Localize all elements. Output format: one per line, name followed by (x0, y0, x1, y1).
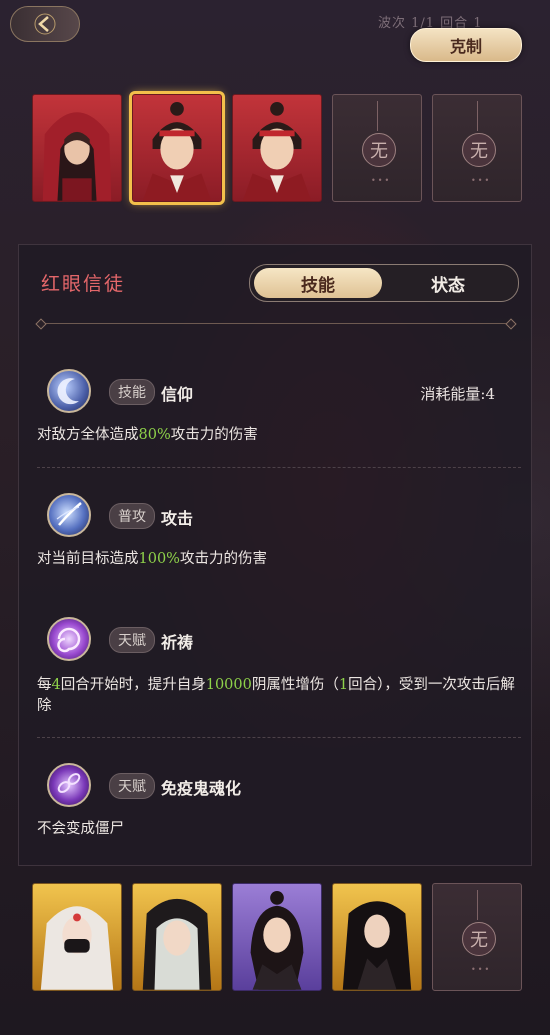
empty-slot-label: 无 (362, 133, 396, 167)
tab-status[interactable]: 状态 (384, 268, 512, 298)
team-card-1[interactable] (32, 94, 122, 202)
ornament-dots: ••• (471, 176, 492, 185)
headband-character-portrait (242, 102, 312, 201)
separator (37, 737, 521, 738)
skill-type-tag: 技能 (109, 379, 155, 405)
empty-slot-label: 无 (462, 133, 496, 167)
character-detail-panel: 红眼信徒 技能 状态 技能 信仰 消耗能量:4 对敌方全体造成80%攻击力的伤害… (18, 244, 532, 866)
purple-swirl-icon[interactable] (47, 617, 91, 661)
ornament-line (477, 101, 478, 131)
roster-card-1[interactable] (32, 883, 122, 991)
roster-card-3[interactable] (232, 883, 322, 991)
roster-card-4[interactable] (332, 883, 422, 991)
skill-description: 对当前目标造成100%攻击力的伤害 (37, 551, 267, 567)
empty-slot-label: 无 (462, 922, 496, 956)
skill-description: 每4回合开始时，提升自身10000阴属性增伤（1回合），受到一次攻击后解除 (37, 677, 515, 714)
moon-crescent-icon[interactable] (47, 369, 91, 413)
team-card-3[interactable] (232, 94, 322, 202)
skill-name: 攻击 (161, 509, 194, 528)
skill-type-tag: 天赋 (109, 773, 155, 799)
topknot-character-portrait (250, 891, 304, 990)
long-haired-character-portrait (342, 901, 412, 990)
headband-character-portrait (142, 102, 212, 201)
empty-slot[interactable]: 无 ••• (332, 94, 422, 202)
skill-name: 免疫鬼魂化 (161, 779, 242, 798)
separator (37, 467, 521, 468)
empty-slot[interactable]: 无 ••• (432, 883, 522, 991)
skill-description: 不会变成僵尸 (37, 821, 124, 837)
ornament-line (377, 101, 378, 131)
tab-skills[interactable]: 技能 (254, 268, 382, 298)
skill-name: 祈祷 (161, 633, 194, 652)
back-arrow-icon (34, 13, 56, 35)
skill-name: 信仰 (161, 385, 194, 404)
hooded-character-portrait (42, 112, 112, 201)
ornament-dots: ••• (471, 965, 492, 974)
skill-description: 对敌方全体造成80%攻击力的伤害 (37, 427, 258, 443)
slash-orb-icon[interactable] (47, 493, 91, 537)
ornament-line (477, 890, 478, 920)
back-button[interactable] (10, 6, 80, 42)
skill-type-tag: 普攻 (109, 503, 155, 529)
empty-slot[interactable]: 无 ••• (432, 94, 522, 202)
chain-icon[interactable] (47, 763, 91, 807)
skill-type-tag: 天赋 (109, 627, 155, 653)
white-haired-character-portrait (142, 898, 212, 990)
divider-ornament (505, 318, 517, 330)
roster-card-2[interactable] (132, 883, 222, 991)
counter-button[interactable]: 克制 (410, 28, 522, 62)
ornament-divider (41, 323, 511, 324)
divider-ornament (35, 318, 47, 330)
masked-character-portrait (40, 906, 114, 990)
team-card-2[interactable] (129, 91, 225, 205)
character-name: 红眼信徒 (41, 273, 126, 295)
ornament-dots: ••• (371, 176, 392, 185)
tab-bar: 技能 状态 (249, 264, 519, 302)
skill-energy-cost: 消耗能量:4 (420, 385, 495, 403)
